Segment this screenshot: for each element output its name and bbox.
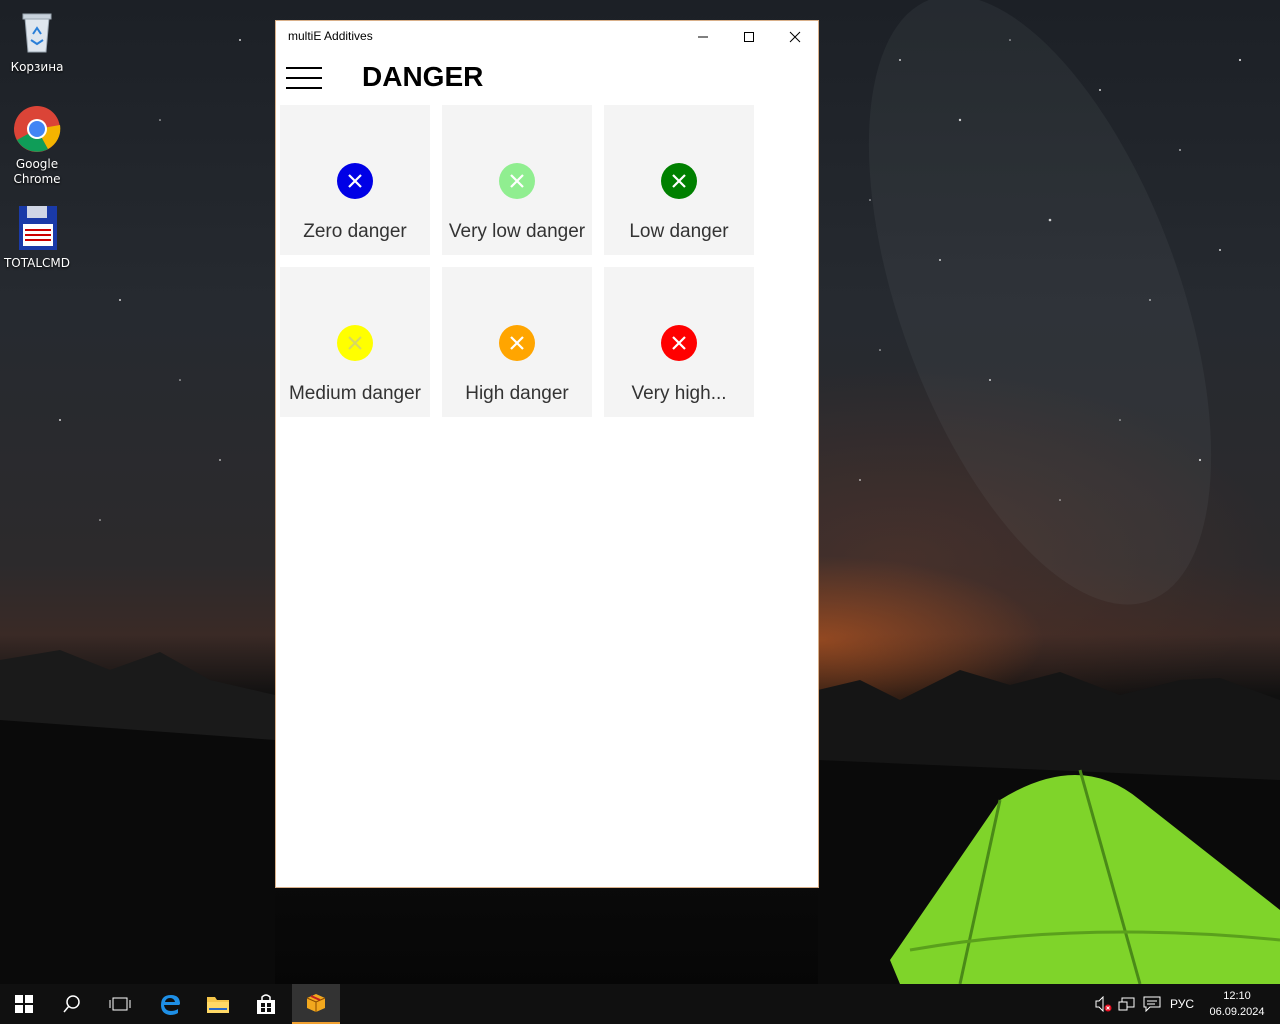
- tile-high-danger[interactable]: High danger: [442, 267, 592, 417]
- tile-label: Very high...: [631, 383, 727, 404]
- page-title: DANGER: [362, 61, 484, 92]
- hamburger-menu-button[interactable]: [286, 67, 322, 89]
- message-icon: [1143, 996, 1161, 1012]
- tile-label: Zero danger: [303, 221, 407, 242]
- taskbar: РУС 12:10 06.09.2024: [0, 984, 1280, 1024]
- x-circle-icon: [499, 325, 535, 361]
- windows-logo-icon: [15, 995, 33, 1013]
- start-button[interactable]: [0, 984, 48, 1024]
- maximize-icon: [744, 32, 754, 42]
- recycle-bin-icon: [13, 8, 61, 56]
- minimize-button[interactable]: [680, 21, 726, 53]
- taskbar-multie-additives[interactable]: [292, 984, 340, 1024]
- clock[interactable]: 12:10 06.09.2024: [1200, 988, 1274, 1020]
- x-circle-icon: [661, 325, 697, 361]
- folder-icon: [207, 997, 229, 1013]
- tile-label: High danger: [465, 383, 569, 404]
- maximize-button[interactable]: [726, 21, 772, 53]
- app-window: multiE Additives DANGER Zero danger Very…: [275, 20, 819, 888]
- title-bar[interactable]: multiE Additives: [276, 21, 818, 53]
- clock-time: 12:10: [1223, 990, 1251, 1002]
- x-circle-icon: [661, 163, 697, 199]
- tile-label: Very low danger: [448, 221, 586, 242]
- floppy-disk-icon: [13, 204, 61, 252]
- search-icon: [63, 995, 80, 1013]
- store-bag-icon: [257, 994, 275, 1014]
- tile-low-danger[interactable]: Low danger: [604, 105, 754, 255]
- language-indicator[interactable]: РУС: [1164, 984, 1200, 1024]
- x-circle-icon: [337, 163, 373, 199]
- tile-very-low-danger[interactable]: Very low danger: [442, 105, 592, 255]
- tent-image: [890, 769, 1280, 984]
- x-circle-icon: [337, 325, 373, 361]
- notifications-button[interactable]: [1141, 984, 1163, 1024]
- app-box-icon: [306, 994, 326, 1012]
- tile-label: Medium danger: [288, 383, 422, 404]
- taskbar-file-explorer[interactable]: [194, 984, 242, 1024]
- desktop-icon-label: Корзина: [10, 60, 64, 74]
- network-icon: [1118, 997, 1135, 1011]
- clock-date: 06.09.2024: [1209, 1006, 1265, 1018]
- desktop-icon-label: TOTALCMD: [3, 256, 71, 270]
- tile-zero-danger[interactable]: Zero danger: [280, 105, 430, 255]
- close-icon: [789, 31, 801, 43]
- network-button[interactable]: [1116, 984, 1138, 1024]
- edge-browser-icon: [161, 995, 180, 1015]
- taskbar-edge[interactable]: [146, 984, 194, 1024]
- desktop-icon-label: Google Chrome: [13, 157, 61, 186]
- taskbar-store[interactable]: [242, 984, 290, 1024]
- task-view-button[interactable]: [96, 984, 144, 1024]
- tile-label: Low danger: [629, 221, 729, 242]
- minimize-icon: [698, 36, 708, 38]
- speaker-muted-icon: [1095, 996, 1112, 1012]
- tile-medium-danger[interactable]: Medium danger: [280, 267, 430, 417]
- chrome-icon: [13, 105, 61, 153]
- tile-very-high-danger[interactable]: Very high...: [604, 267, 754, 417]
- close-button[interactable]: [772, 21, 818, 53]
- desktop-icon-recycle-bin[interactable]: Корзина: [0, 8, 74, 75]
- volume-muted-button[interactable]: [1092, 984, 1114, 1024]
- task-view-icon: [109, 997, 131, 1011]
- desktop-icon-chrome[interactable]: Google Chrome: [0, 105, 74, 187]
- desktop-icon-totalcmd[interactable]: TOTALCMD: [0, 204, 74, 271]
- x-circle-icon: [499, 163, 535, 199]
- search-button[interactable]: [48, 984, 96, 1024]
- window-title: multiE Additives: [288, 29, 373, 43]
